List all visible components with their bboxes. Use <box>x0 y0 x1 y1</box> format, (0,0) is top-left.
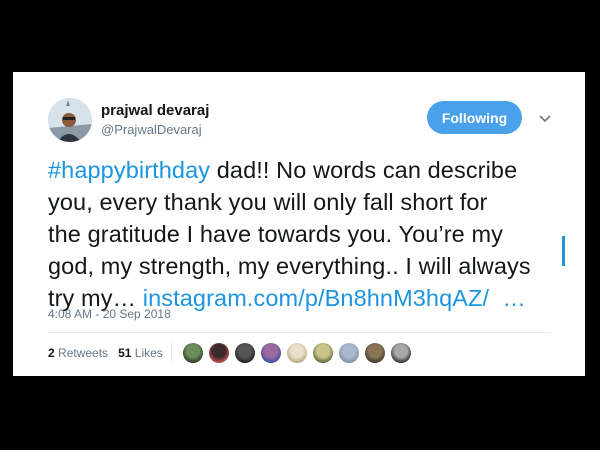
retweets-count: 2 <box>48 346 55 360</box>
instagram-link[interactable]: instagram.com/p/Bn8hnM3hqAZ/ <box>143 285 489 311</box>
liker-avatar-1[interactable] <box>183 343 203 363</box>
tweet-line-3: the gratitude I have towards you. You’re… <box>48 221 503 247</box>
tweet-line-2: you, every thank you will only fall shor… <box>48 189 488 215</box>
liker-avatar-3[interactable] <box>235 343 255 363</box>
liker-avatar-6[interactable] <box>313 343 333 363</box>
link-ellipsis[interactable]: … <box>489 285 526 311</box>
tweet-line-1: dad!! No words can describe <box>210 157 518 183</box>
text-cursor-indicator <box>562 236 565 266</box>
profile-avatar[interactable] <box>48 98 92 142</box>
liker-avatar-9[interactable] <box>391 343 411 363</box>
tweet-card: prajwal devaraj @PrajwalDevaraj Followin… <box>13 72 585 376</box>
user-name[interactable]: prajwal devaraj <box>101 102 209 119</box>
timestamp[interactable]: 4:08 AM - 20 Sep 2018 <box>48 307 171 321</box>
likes-count: 51 <box>118 346 132 360</box>
stats-separator <box>171 342 172 364</box>
liker-avatars <box>183 343 411 363</box>
following-button[interactable]: Following <box>427 101 522 134</box>
retweets-stat[interactable]: 2 Retweets <box>48 346 108 360</box>
liker-avatar-2[interactable] <box>209 343 229 363</box>
liker-avatar-4[interactable] <box>261 343 281 363</box>
retweets-label: Retweets <box>58 346 109 360</box>
likes-stat[interactable]: 51 Likes <box>118 346 163 360</box>
liker-avatar-5[interactable] <box>287 343 307 363</box>
chevron-down-icon[interactable] <box>537 110 553 126</box>
user-handle[interactable]: @PrajwalDevaraj <box>101 122 202 137</box>
engagement-stats: 2 Retweets 51 Likes <box>48 346 163 360</box>
liker-avatar-8[interactable] <box>365 343 385 363</box>
likes-label: Likes <box>134 346 163 360</box>
tweet-line-4: god, my strength, my everything.. I will… <box>48 253 531 279</box>
tweet-text: #happybirthday dad!! No words can descri… <box>48 154 568 314</box>
divider <box>48 332 551 333</box>
liker-avatar-7[interactable] <box>339 343 359 363</box>
hashtag-link[interactable]: #happybirthday <box>48 157 210 183</box>
